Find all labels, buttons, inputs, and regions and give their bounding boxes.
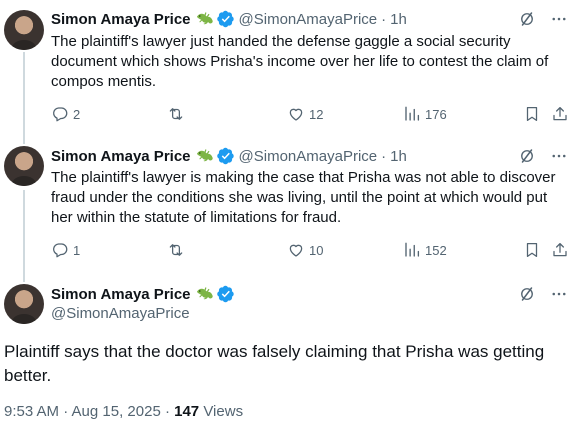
heart-icon: [287, 241, 305, 259]
more-dots-icon[interactable]: [550, 285, 568, 303]
bookmark-button[interactable]: [523, 241, 541, 259]
views-count: 176: [425, 106, 447, 122]
author-name[interactable]: Simon Amaya Price: [51, 286, 191, 303]
tweet-meta: 9:53 AM · Aug 15, 2025 · 147 Views: [4, 403, 243, 420]
share-button[interactable]: [551, 241, 569, 259]
views-bars-icon: [403, 105, 421, 123]
like-button[interactable]: 10: [287, 241, 323, 259]
author-row: Simon Amaya Price: [51, 284, 235, 304]
avatar[interactable]: [4, 10, 44, 50]
like-button[interactable]: 12: [287, 105, 323, 123]
lizard-emoji: [196, 11, 214, 27]
repost-button[interactable]: [167, 241, 189, 259]
views-count: 152: [425, 242, 447, 258]
top-actions: [518, 285, 568, 303]
share-upload-icon: [551, 241, 569, 259]
tweet-text: The plaintiff's lawyer is making the cas…: [51, 169, 556, 226]
verified-badge-icon[interactable]: [217, 10, 235, 28]
lizard-emoji: [196, 148, 214, 164]
views-bars-icon: [403, 241, 421, 259]
top-actions: [518, 147, 568, 165]
avatar[interactable]: [4, 284, 44, 324]
bookmark-icon: [523, 105, 541, 123]
views-count: 147: [174, 403, 200, 420]
action-bar: 2 12 176: [51, 104, 571, 124]
reply-button[interactable]: 2: [51, 105, 80, 123]
tweet-1[interactable]: Simon Amaya Price @SimonAmayaPrice · 1h …: [0, 0, 582, 138]
top-actions: [518, 10, 568, 28]
bookmark-icon: [523, 241, 541, 259]
tweet-timestamp[interactable]: 9:53 AM · Aug 15, 2025 ·: [4, 403, 174, 420]
more-dots-icon[interactable]: [550, 147, 568, 165]
tweet-text: The plaintiff's lawyer just handed the d…: [51, 33, 549, 90]
tweet-2[interactable]: Simon Amaya Price @SimonAmayaPrice · 1h …: [0, 138, 582, 276]
heart-icon: [287, 105, 305, 123]
grok-slash-icon[interactable]: [518, 147, 536, 165]
bookmark-button[interactable]: [523, 105, 541, 123]
author-row: Simon Amaya Price @SimonAmayaPrice · 1h: [51, 9, 407, 29]
reply-bubble-icon: [51, 241, 69, 259]
author-row: Simon Amaya Price @SimonAmayaPrice · 1h: [51, 146, 407, 166]
views-button[interactable]: 176: [403, 105, 447, 123]
reply-count: 1: [73, 242, 81, 258]
repost-arrows-icon: [167, 241, 185, 259]
author-handle[interactable]: @SimonAmayaPrice: [239, 11, 378, 28]
lizard-emoji: [196, 286, 214, 302]
reply-count: 2: [73, 106, 81, 122]
tweet-time[interactable]: 1h: [390, 11, 407, 28]
separator-dot: ·: [381, 147, 387, 165]
grok-slash-icon[interactable]: [518, 285, 536, 303]
like-count: 12: [309, 106, 324, 122]
author-handle[interactable]: @SimonAmayaPrice: [51, 305, 190, 322]
views-button[interactable]: 152: [403, 241, 447, 259]
verified-badge-icon[interactable]: [217, 147, 235, 165]
more-dots-icon[interactable]: [550, 10, 568, 28]
repost-arrows-icon: [167, 105, 185, 123]
author-name[interactable]: Simon Amaya Price: [51, 148, 191, 165]
action-bar: 1 10 152: [51, 240, 571, 260]
reply-bubble-icon: [51, 105, 69, 123]
author-name[interactable]: Simon Amaya Price: [51, 11, 191, 28]
share-button[interactable]: [551, 105, 569, 123]
grok-slash-icon[interactable]: [518, 10, 536, 28]
avatar[interactable]: [4, 146, 44, 186]
separator-dot: ·: [381, 10, 387, 28]
share-upload-icon: [551, 105, 569, 123]
tweet-text: Plaintiff says that the doctor was false…: [4, 342, 545, 385]
verified-badge-icon[interactable]: [217, 285, 235, 303]
reply-button[interactable]: 1: [51, 241, 80, 259]
author-handle[interactable]: @SimonAmayaPrice: [239, 148, 378, 165]
repost-button[interactable]: [167, 105, 189, 123]
tweet-time[interactable]: 1h: [390, 148, 407, 165]
like-count: 10: [309, 242, 324, 258]
views-label: Views: [199, 403, 244, 420]
